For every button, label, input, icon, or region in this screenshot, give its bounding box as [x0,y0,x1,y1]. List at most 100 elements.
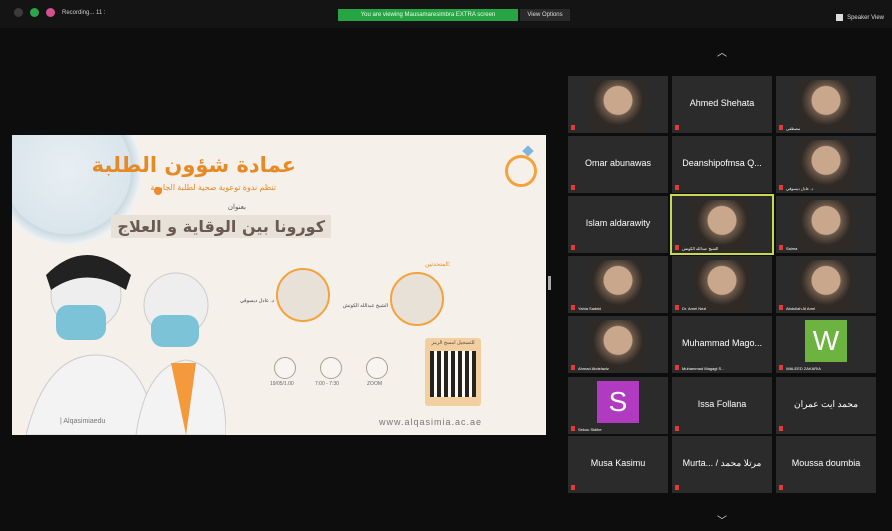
muted-mic-icon [779,305,783,310]
speaker1-photo [276,268,330,322]
participant-tile[interactable]: Yahia Sadeki [568,256,668,313]
participant-video [590,260,646,311]
calendar-icon [274,357,296,379]
event-details [274,357,388,379]
muted-mic-icon [571,485,575,490]
muted-mic-icon [675,125,679,130]
muted-mic-icon [779,426,783,431]
participant-tile[interactable]: Ahmed Shehata [672,76,772,133]
zoom-top-bar: Recording... 11 : You are viewing Mausam… [0,0,892,28]
qr-code [430,351,476,397]
participant-name: Murta... / مرتلا محمد [682,458,762,468]
muted-mic-icon [779,365,783,370]
view-options-button[interactable]: View Options [520,9,570,21]
participant-tile[interactable]: Deanshipofmsa Q... [672,136,772,193]
clock-icon [320,357,342,379]
split-handle[interactable] [548,276,551,290]
participant-name-tag: د. عادل ديسوقي [786,186,814,191]
participant-tile[interactable]: S Sekou Sidibe [568,377,668,434]
chevron-up-icon[interactable]: ︿ [717,44,729,59]
participant-tile[interactable]: Dr. Amel Nezi [672,256,772,313]
participant-name-tag: مصطفى [786,126,801,131]
masked-people-illustration [26,255,226,435]
muted-mic-icon [571,245,575,250]
participant-name: Muhammad Mago... [681,338,763,348]
participant-name: Musa Kasimu [590,458,646,468]
platform-label: ZOOM [367,381,382,387]
muted-mic-icon [779,185,783,190]
muted-mic-icon [779,125,783,130]
participant-video [590,320,646,371]
participant-tile[interactable]: محمد ايت عمران [776,377,876,434]
participant-name-tag: Salma [786,246,798,251]
participant-tile[interactable]: Omar abunawas [568,136,668,193]
muted-mic-icon [779,245,783,250]
participant-name-tag: Muhammad Magagi S... [682,366,725,371]
participant-tile[interactable]: Moussa doumbia [776,436,876,493]
participant-name-tag: Dr. Amel Nezi [682,306,707,311]
participant-tile[interactable]: Abdullah Al Amri [776,256,876,313]
participant-tile[interactable]: د. عادل ديسوقي [776,136,876,193]
participant-tile[interactable]: مصطفى [776,76,876,133]
slide-by-title: بعنوان [227,204,246,211]
muted-mic-icon [675,305,679,310]
participant-tile[interactable] [568,76,668,133]
chevron-down-icon[interactable]: ﹀ [717,512,727,527]
participant-tile[interactable]: Musa Kasimu [568,436,668,493]
muted-mic-icon [571,365,575,370]
screen-share-banner: You are viewing Mausamaresimbra EXTRA sc… [338,9,518,21]
security-shield-icon[interactable] [30,8,39,17]
participant-name-tag: Sekou Sidibe [578,427,602,432]
close-dot-icon[interactable] [14,8,23,17]
social-handle: | Alqasimiaedu [60,418,106,425]
participant-video [798,80,854,131]
time-label: 7:00 - 7:30 [315,381,339,387]
recording-icon [46,8,55,17]
participant-video [694,200,750,251]
participant-tile[interactable]: Salma [776,196,876,253]
meeting-title: Recording... 11 : [62,9,106,16]
muted-mic-icon [779,485,783,490]
speaker1-name: د. عادل ديسوقي [240,298,274,304]
muted-mic-icon [675,185,679,190]
shared-screen-slide: عمادة شؤون الطلبة تنظم ندوة توعوية صحية … [12,135,546,435]
participant-name: Issa Follana [697,399,747,409]
slide-subtitle: تنظم ندوة توعوية صحية لطلبة الجامعة [150,183,276,192]
muted-mic-icon [675,485,679,490]
participant-video [798,260,854,311]
participant-name-tag: Ahmad Abdelaziz [578,366,609,371]
participant-name: Deanshipofmsa Q... [682,158,762,168]
speaker-view-button[interactable]: Speaker View [836,14,884,21]
speaker2-name: الشيخ عبدالله الكوتش [342,303,388,309]
qr-label: للتسجيل امسح الرمز [431,340,475,346]
grid-icon [836,14,844,21]
participant-video [798,200,854,251]
participant-name: Moussa doumbia [791,458,861,468]
date-label: 19/05/1.00 [270,381,294,387]
participant-tile[interactable]: Issa Follana [672,377,772,434]
participant-tile[interactable]: Murta... / مرتلا محمد [672,436,772,493]
speaker-view-label: Speaker View [847,14,884,21]
website-url: www.alqasimia.ac.ae [379,417,483,427]
meeting-info: Recording... 11 : [14,8,106,17]
participant-name: Islam aldarawity [585,218,651,228]
participant-name-tag: WALEED ZAKARIA [786,366,821,371]
speaker2-photo [390,272,444,326]
participant-video [590,80,646,131]
participant-video [798,140,854,191]
ring-logo [505,155,537,187]
muted-mic-icon [675,245,679,250]
participant-tile[interactable]: W WALEED ZAKARIA [776,316,876,373]
participant-name-tag: Abdullah Al Amri [786,306,816,311]
participant-video [694,260,750,311]
participant-avatar: S [597,381,639,423]
participant-tile[interactable]: الشيخ عبدالله الكوتش [670,194,774,255]
participant-tile[interactable]: Muhammad Mago... Muhammad Magagi S... [672,316,772,373]
muted-mic-icon [571,185,575,190]
participant-tile[interactable]: Islam aldarawity [568,196,668,253]
participant-name-tag: Yahia Sadeki [578,306,602,311]
participant-avatar: W [805,320,847,362]
muted-mic-icon [571,426,575,431]
muted-mic-icon [675,426,679,431]
participant-tile[interactable]: Ahmad Abdelaziz [568,316,668,373]
